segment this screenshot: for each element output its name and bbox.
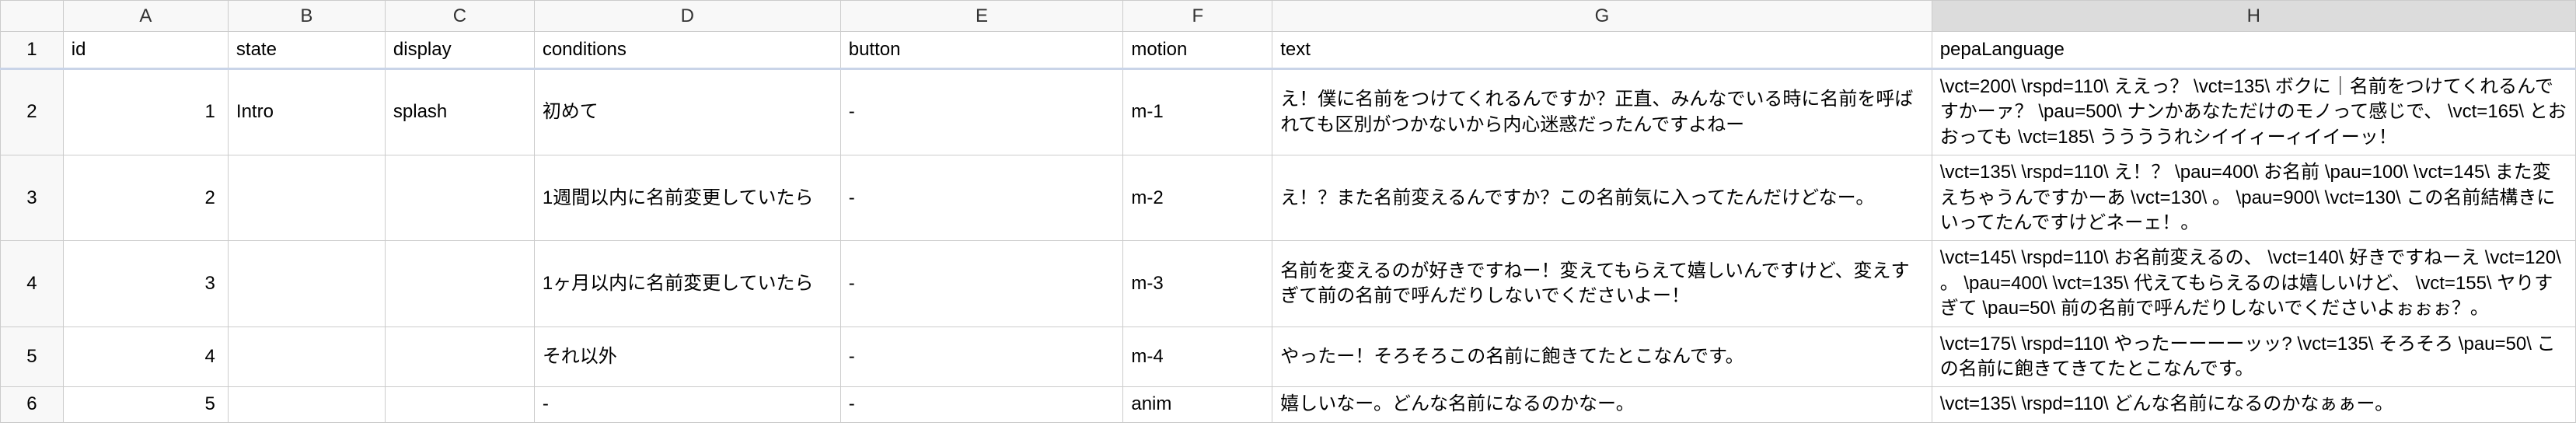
- cell[interactable]: 5: [63, 387, 228, 422]
- cell[interactable]: -: [840, 155, 1123, 241]
- select-all-corner[interactable]: [1, 1, 64, 32]
- cell[interactable]: 嬉しいなー。どんな名前になるのかなー。: [1272, 387, 1932, 422]
- table-row: 3 2 1週間以内に名前変更していたら - m-2 え！？また名前変えるんですか…: [1, 155, 2576, 241]
- cell[interactable]: display: [385, 32, 534, 69]
- row-header-5[interactable]: 5: [1, 327, 64, 387]
- cell[interactable]: [228, 155, 385, 241]
- cell[interactable]: え！僕に名前をつけてくれるんですか？正直、みんなでいる時に名前を呼ばれても区別が…: [1272, 69, 1932, 155]
- cell[interactable]: -: [840, 69, 1123, 155]
- row-header-2[interactable]: 2: [1, 69, 64, 155]
- cell[interactable]: m-2: [1123, 155, 1272, 241]
- col-header-B[interactable]: B: [228, 1, 385, 32]
- cell[interactable]: 3: [63, 241, 228, 327]
- table-row: 5 4 それ以外 - m-4 やったー！そろそろこの名前に飽きてたとこなんです。…: [1, 327, 2576, 387]
- col-header-C[interactable]: C: [385, 1, 534, 32]
- cell[interactable]: -: [840, 387, 1123, 422]
- col-header-H[interactable]: H: [1932, 1, 2575, 32]
- cell[interactable]: text: [1272, 32, 1932, 69]
- cell[interactable]: \vct=200\ \rspd=110\ ええっ？ \vct=135\ ボクに｜…: [1932, 69, 2575, 155]
- cell[interactable]: id: [63, 32, 228, 69]
- cell[interactable]: 名前を変えるのが好きですねー！変えてもらえて嬉しいんですけど、変えすぎて前の名前…: [1272, 241, 1932, 327]
- cell[interactable]: [228, 387, 385, 422]
- cell[interactable]: 2: [63, 155, 228, 241]
- col-header-G[interactable]: G: [1272, 1, 1932, 32]
- cell[interactable]: [385, 155, 534, 241]
- cell[interactable]: \vct=135\ \rspd=110\ え！？ \pau=400\ お名前 \…: [1932, 155, 2575, 241]
- cell[interactable]: [385, 327, 534, 387]
- row-header-1[interactable]: 1: [1, 32, 64, 69]
- cell[interactable]: やったー！そろそろこの名前に飽きてたとこなんです。: [1272, 327, 1932, 387]
- table-row: 2 1 Intro splash 初めて - m-1 え！僕に名前をつけてくれる…: [1, 69, 2576, 155]
- column-header-row: A B C D E F G H: [1, 1, 2576, 32]
- cell[interactable]: [228, 241, 385, 327]
- cell[interactable]: 1: [63, 69, 228, 155]
- cell[interactable]: \vct=135\ \rspd=110\ どんな名前になるのかなぁぁー。: [1932, 387, 2575, 422]
- cell[interactable]: [228, 327, 385, 387]
- cell[interactable]: Intro: [228, 69, 385, 155]
- cell[interactable]: [385, 241, 534, 327]
- cell[interactable]: button: [840, 32, 1123, 69]
- cell[interactable]: -: [840, 327, 1123, 387]
- col-header-A[interactable]: A: [63, 1, 228, 32]
- cell[interactable]: -: [840, 241, 1123, 327]
- cell[interactable]: え！？また名前変えるんですか？この名前気に入ってたんだけどなー。: [1272, 155, 1932, 241]
- cell[interactable]: 4: [63, 327, 228, 387]
- table-row: 1 id state display conditions button mot…: [1, 32, 2576, 69]
- cell[interactable]: pepaLanguage: [1932, 32, 2575, 69]
- col-header-E[interactable]: E: [840, 1, 1123, 32]
- row-header-4[interactable]: 4: [1, 241, 64, 327]
- row-header-6[interactable]: 6: [1, 387, 64, 422]
- cell[interactable]: 初めて: [534, 69, 840, 155]
- cell[interactable]: motion: [1123, 32, 1272, 69]
- table-row: 6 5 - - anim 嬉しいなー。どんな名前になるのかなー。 \vct=13…: [1, 387, 2576, 422]
- cell[interactable]: [385, 387, 534, 422]
- cell[interactable]: \vct=175\ \rspd=110\ やったーーーーッッ? \vct=135…: [1932, 327, 2575, 387]
- cell[interactable]: m-4: [1123, 327, 1272, 387]
- cell[interactable]: 1ヶ月以内に名前変更していたら: [534, 241, 840, 327]
- table-row: 4 3 1ヶ月以内に名前変更していたら - m-3 名前を変えるのが好きですねー…: [1, 241, 2576, 327]
- spreadsheet-table: A B C D E F G H 1 id state display condi…: [0, 0, 2576, 423]
- cell[interactable]: splash: [385, 69, 534, 155]
- col-header-F[interactable]: F: [1123, 1, 1272, 32]
- cell[interactable]: m-1: [1123, 69, 1272, 155]
- cell[interactable]: anim: [1123, 387, 1272, 422]
- col-header-D[interactable]: D: [534, 1, 840, 32]
- cell[interactable]: 1週間以内に名前変更していたら: [534, 155, 840, 241]
- cell[interactable]: それ以外: [534, 327, 840, 387]
- cell[interactable]: conditions: [534, 32, 840, 69]
- cell[interactable]: -: [534, 387, 840, 422]
- cell[interactable]: m-3: [1123, 241, 1272, 327]
- row-header-3[interactable]: 3: [1, 155, 64, 241]
- cell[interactable]: \vct=145\ \rspd=110\ お名前変えるの、 \vct=140\ …: [1932, 241, 2575, 327]
- cell[interactable]: state: [228, 32, 385, 69]
